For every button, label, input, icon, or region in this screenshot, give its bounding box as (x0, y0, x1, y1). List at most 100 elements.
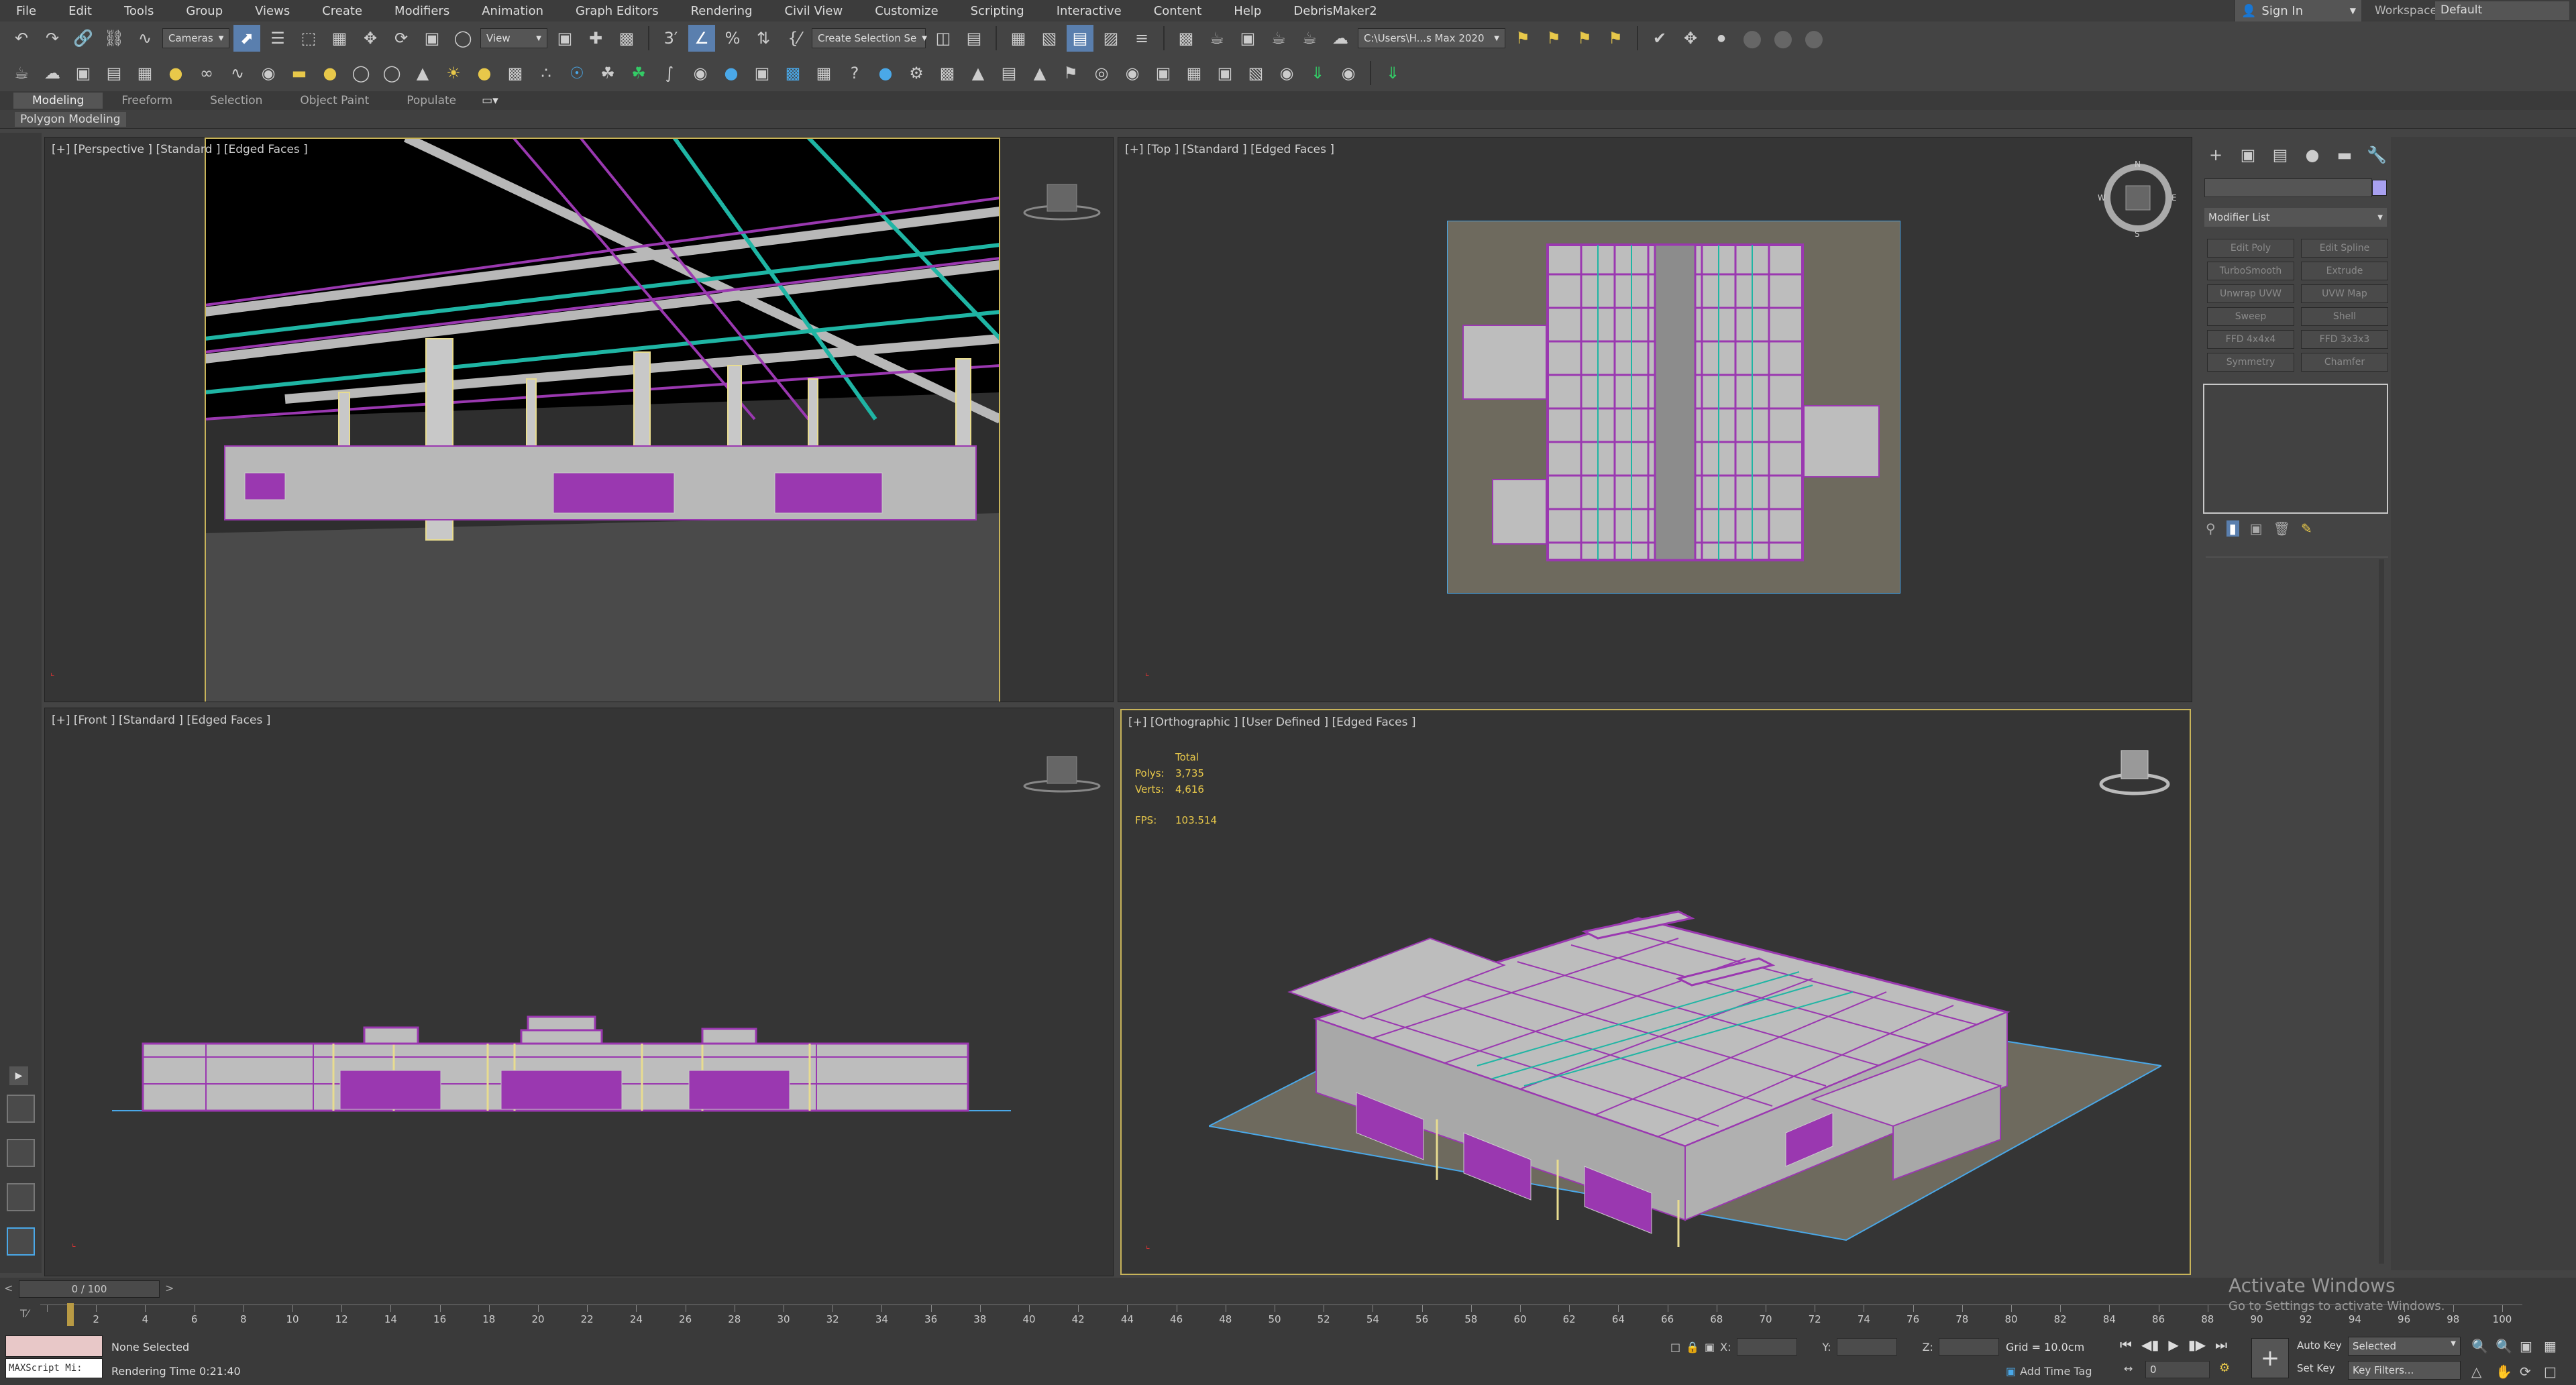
placement-icon[interactable]: ◯ (449, 25, 476, 52)
mirror-icon[interactable]: ◫ (930, 25, 957, 52)
debris-tool-icon[interactable]: ✔ (1646, 25, 1673, 52)
dot-icon[interactable]: ● (1708, 25, 1735, 52)
polygon-modeling-label[interactable]: Polygon Modeling (15, 112, 126, 127)
expand-layout-icon[interactable]: ▶ (9, 1066, 28, 1085)
time-slider[interactable]: 0 / 100 (19, 1280, 160, 1298)
undo-icon[interactable]: ↶ (8, 25, 35, 52)
modifier-button-symmetry[interactable]: Symmetry (2207, 353, 2294, 372)
menu-views[interactable]: Views (239, 4, 306, 18)
modifier-button-edit-spline[interactable]: Edit Spline (2301, 239, 2388, 258)
modifier-button-ffd-3x3x3[interactable]: FFD 3x3x3 (2301, 330, 2388, 349)
utilities-tab-icon[interactable]: 🔧 (2364, 142, 2390, 168)
show-end-result-icon[interactable]: ▮ (2226, 520, 2239, 537)
sun-icon[interactable]: ☀ (440, 60, 467, 87)
play-icon[interactable]: ▶ (2168, 1337, 2178, 1353)
cylinder-icon[interactable]: ● (317, 60, 343, 87)
orthographic-viewport[interactable]: [+] [Orthographic ] [User Defined ] [Edg… (1120, 709, 2191, 1275)
perspective-viewport-label[interactable]: [+] [Perspective ] [Standard ] [Edged Fa… (52, 143, 308, 156)
schematic-view-icon[interactable]: ≡ (1128, 25, 1155, 52)
set-key-button[interactable]: Set Key (2297, 1362, 2335, 1374)
modifier-button-turbosmooth[interactable]: TurboSmooth (2207, 262, 2294, 280)
menu-scripting[interactable]: Scripting (955, 4, 1040, 18)
menu-civil-view[interactable]: Civil View (769, 4, 859, 18)
menu-interactive[interactable]: Interactive (1040, 4, 1138, 18)
circle-3-icon[interactable]: ● (1801, 25, 1827, 52)
zoom-all-icon[interactable]: 🔍 (2496, 1338, 2520, 1354)
maxscript-mini-listener[interactable]: MAXScript Mi: (5, 1358, 103, 1378)
menu-rendering[interactable]: Rendering (675, 4, 769, 18)
menu-content[interactable]: Content (1138, 4, 1218, 18)
set-keys-icon[interactable]: + (2251, 1338, 2289, 1378)
menu-help[interactable]: Help (1218, 4, 1277, 18)
modifier-list-dropdown[interactable]: Modifier List ▼ (2204, 208, 2387, 227)
select-by-name-icon[interactable]: ☰ (264, 25, 291, 52)
modifier-button-edit-poly[interactable]: Edit Poly (2207, 239, 2294, 258)
foliage-icon[interactable]: ☘ (625, 60, 652, 87)
menu-tools[interactable]: Tools (108, 4, 170, 18)
menu-edit[interactable]: Edit (52, 4, 108, 18)
modifier-button-unwrap-uvw[interactable]: Unwrap UVW (2207, 284, 2294, 303)
goto-start-icon[interactable]: ⏮ (2120, 1337, 2132, 1353)
lathe-icon[interactable]: ◉ (687, 60, 714, 87)
link-tool-icon[interactable]: ☉ (564, 60, 590, 87)
cloth-icon[interactable]: ▩ (780, 60, 806, 87)
rendered-frame-icon[interactable]: ▣ (1234, 25, 1261, 52)
time-config-icon[interactable]: ⚙ (2219, 1361, 2230, 1375)
ribbon-tab-modeling[interactable]: Modeling (13, 93, 103, 109)
teapot-icon[interactable]: ☕ (8, 60, 35, 87)
wave-icon[interactable]: ∿ (224, 60, 251, 87)
viewcube-icon[interactable] (1022, 171, 1102, 225)
orbit-icon[interactable]: ⟳ (2520, 1364, 2544, 1380)
remove-modifier-icon[interactable]: 🗑 (2273, 520, 2290, 537)
zoom-extents-all-icon[interactable]: ▦ (2544, 1338, 2568, 1354)
link-icon[interactable]: 🔗 (70, 25, 97, 52)
z-coordinate-field[interactable] (1938, 1338, 1999, 1355)
sign-icon[interactable]: ⚑ (1057, 60, 1084, 87)
ribbon-options-icon[interactable]: ▭▾ (482, 94, 498, 107)
configure-sets-icon[interactable]: ✎ (2301, 520, 2312, 537)
edit-named-selection-icon[interactable]: {⁄ (781, 25, 808, 52)
chain-icon[interactable]: ∞ (193, 60, 220, 87)
menu-file[interactable]: File (0, 4, 52, 18)
toggle-track-bar-icon[interactable]: T⁄ (20, 1307, 28, 1320)
create-tab-icon[interactable]: + (2203, 142, 2229, 168)
reference-coord-dropdown[interactable]: View ▼ (480, 28, 547, 48)
project-folder-icon[interactable]: ⚑ (1509, 25, 1536, 52)
project-folder-dropdown[interactable]: C:\Users\H...s Max 2020 ▼ (1358, 28, 1505, 48)
bind-spacewarp-icon[interactable]: ∿ (131, 25, 158, 52)
object-color-swatch[interactable] (2372, 180, 2387, 196)
front-viewport[interactable]: [+] [Front ] [Standard ] [Edged Faces ] … (44, 708, 1114, 1276)
x-coordinate-field[interactable] (1736, 1338, 1797, 1355)
pin-stack-icon[interactable]: ⚲ (2206, 520, 2216, 537)
top-viewport[interactable]: [+] [Top ] [Standard ] [Edged Faces ] N W… (1118, 137, 2192, 702)
hierarchy-tab-icon[interactable]: ▤ (2267, 142, 2293, 168)
target-icon[interactable]: ◎ (1088, 60, 1115, 87)
track-bar[interactable]: 2 4 6 8 10 12 14 16 18 20 22 24 26 28 30 32 34 36 38 40 42 44… (40, 1305, 2522, 1329)
modifier-stack[interactable] (2203, 384, 2388, 514)
box-icon[interactable]: ▬ (286, 60, 313, 87)
viewcube-icon[interactable] (1022, 743, 1102, 797)
scene-explorer-icon[interactable]: ▦ (1005, 25, 1032, 52)
goto-end-icon[interactable]: ⏭ (2215, 1337, 2227, 1353)
angle-snap-icon[interactable]: ∠ (688, 25, 715, 52)
keyboard-shortcut-icon[interactable]: ▩ (613, 25, 640, 52)
project-manager-icon[interactable]: ⚑ (1571, 25, 1598, 52)
select-manipulate-icon[interactable]: ✚ (582, 25, 609, 52)
menu-group[interactable]: Group (170, 4, 239, 18)
eye-icon[interactable]: ◉ (1273, 60, 1300, 87)
material-editor-icon[interactable]: ▩ (1173, 25, 1199, 52)
motion-tab-icon[interactable]: ● (2300, 142, 2325, 168)
book-icon[interactable]: ▤ (996, 60, 1022, 87)
viewcube-icon[interactable] (2094, 737, 2175, 797)
previous-frame-icon[interactable]: < (4, 1282, 13, 1294)
panel-scrollbar[interactable] (2379, 559, 2384, 1264)
maxscript-listener[interactable] (5, 1335, 103, 1357)
render-cloud-icon[interactable]: ☁ (1327, 25, 1354, 52)
arrow-up-icon[interactable]: ▲ (1026, 60, 1053, 87)
scale-icon[interactable]: ▣ (419, 25, 445, 52)
globe-icon[interactable]: ● (718, 60, 745, 87)
make-unique-icon[interactable]: ▣ (2250, 520, 2263, 537)
layers-icon[interactable]: ▤ (101, 60, 127, 87)
prev-frame-icon[interactable]: ◀▮ (2141, 1337, 2159, 1353)
zoom-icon[interactable]: 🔍 (2471, 1338, 2496, 1354)
